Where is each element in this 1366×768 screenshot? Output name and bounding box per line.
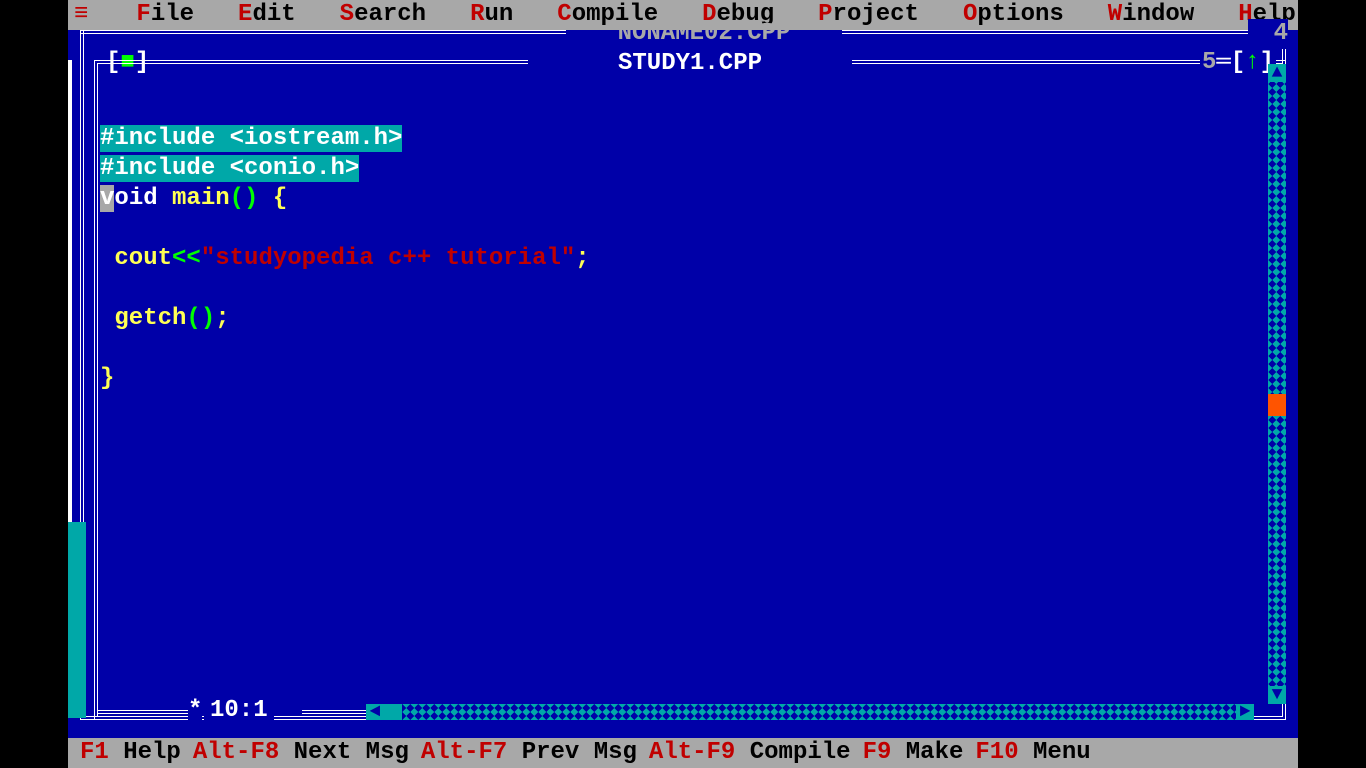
vertical-scroll-thumb[interactable] — [1268, 394, 1286, 416]
editor-window-title: STUDY1.CPP — [528, 49, 852, 79]
zoom-icon[interactable]: ↑ — [1245, 49, 1259, 76]
status-prevmsg[interactable]: Alt-F7 Prev Msg — [421, 738, 637, 768]
menu-options[interactable]: Options — [941, 0, 1086, 30]
editor-window-number: 5 — [1202, 49, 1216, 76]
editor-bottom-border: * 10:1 ◄ ► — [94, 704, 1286, 720]
vertical-scrollbar[interactable]: ▲ ▼ — [1268, 64, 1286, 704]
desktop-area: NONAME02.CPP 4 [■] STUDY1.CPP 5═[↑] #inc… — [68, 30, 1298, 738]
scroll-up-icon[interactable]: ▲ — [1268, 64, 1286, 82]
menu-file[interactable]: File — [114, 0, 216, 30]
scroll-down-icon[interactable]: ▼ — [1268, 686, 1286, 704]
editor-window: [■] STUDY1.CPP 5═[↑] #include <iostream.… — [94, 60, 1286, 720]
background-scroll-peek — [68, 522, 86, 718]
system-menu-icon[interactable]: ≡ — [74, 0, 114, 30]
menu-edit[interactable]: Edit — [216, 0, 318, 30]
status-compile[interactable]: Alt-F9 Compile — [649, 738, 851, 768]
code-editor-area[interactable]: #include <iostream.h> #include <conio.h>… — [100, 94, 1264, 698]
status-make[interactable]: F9 Make — [863, 738, 964, 768]
modified-marker: * — [188, 696, 202, 726]
editor-window-controls[interactable]: 5═[↑] — [1200, 48, 1276, 78]
status-menu[interactable]: F10 Menu — [975, 738, 1090, 768]
status-help[interactable]: F1 Help — [80, 738, 181, 768]
scroll-left-icon[interactable]: ◄ — [366, 704, 384, 720]
code-line-2: #include <conio.h> — [100, 155, 359, 182]
horizontal-scroll-thumb[interactable] — [384, 704, 402, 720]
background-window-number: 4 — [1248, 19, 1288, 49]
horizontal-scrollbar[interactable]: ◄ ► — [366, 704, 1254, 720]
code-line-1: #include <iostream.h> — [100, 125, 402, 152]
editor-titlebar[interactable]: [■] STUDY1.CPP 5═[↑] — [94, 60, 1286, 64]
status-bar: F1 Help Alt-F8 Next Msg Alt-F7 Prev Msg … — [68, 738, 1298, 768]
app-shell: ≡ File Edit Search Run Compile Debug Pro… — [0, 0, 1366, 768]
status-nextmsg[interactable]: Alt-F8 Next Msg — [193, 738, 409, 768]
menu-window[interactable]: Window — [1086, 0, 1216, 30]
scroll-right-icon[interactable]: ► — [1236, 704, 1254, 720]
menu-search[interactable]: Search — [318, 0, 448, 30]
background-window-titlebar[interactable]: NONAME02.CPP 4 — [80, 30, 1286, 34]
background-window-title: NONAME02.CPP — [566, 19, 842, 49]
cursor-position: 10:1 — [204, 696, 274, 726]
menu-run[interactable]: Run — [448, 0, 535, 30]
